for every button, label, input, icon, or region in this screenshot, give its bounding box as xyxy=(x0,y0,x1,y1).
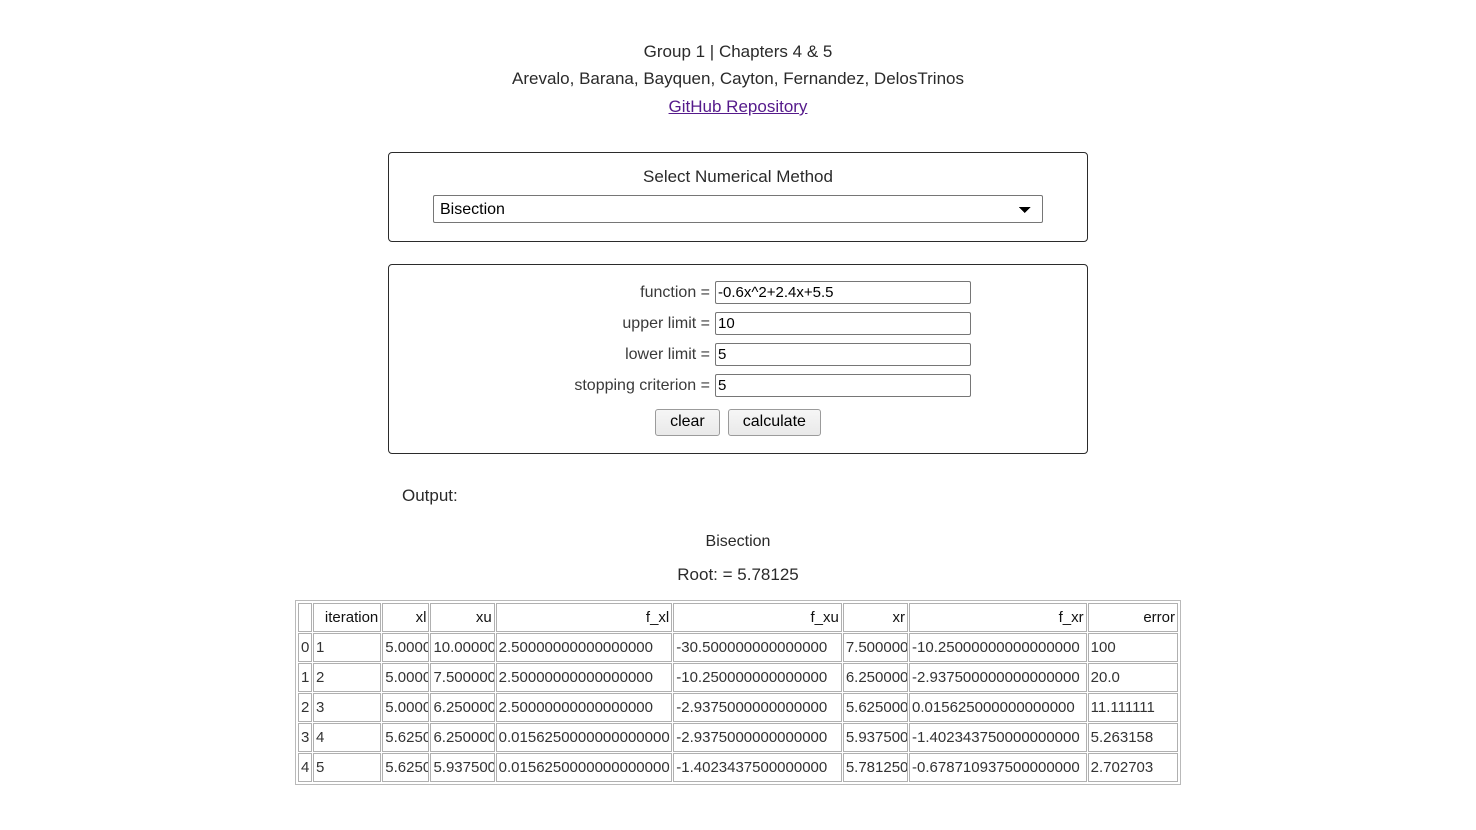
results-table: iteration xl xu f_xl f_xu xr f_xr error 0 1 5.000… xyxy=(297,602,1179,783)
table-row: 125.00000000000007.50000000000002.500000… xyxy=(298,663,1178,692)
output-label: Output: xyxy=(402,486,458,505)
table-cell-xl: 5.0000000000000 xyxy=(382,663,430,692)
result-method-name: Bisection xyxy=(705,533,771,550)
field-row-stopping-criterion: stopping criterion = xyxy=(389,374,1087,397)
table-col-header-index xyxy=(298,603,313,632)
table-cell-index: 1 xyxy=(298,663,313,692)
table-cell-iteration: 3 xyxy=(313,693,382,722)
table-cell-f_xu: -2.9375000000000000 xyxy=(673,723,842,752)
table-cell-xl: 5.0000000000000 xyxy=(382,693,430,722)
table-cell-error: 20.0 xyxy=(1087,663,1178,692)
inputs-panel: function = upper limit = lower limit = s… xyxy=(388,264,1088,454)
table-cell-iteration: 5 xyxy=(313,753,382,782)
result-root-value: Root: = 5.78125 xyxy=(677,565,799,584)
table-cell-f_xu: -30.500000000000000 xyxy=(673,633,842,662)
table-row: 015.000000000000010.0000000000002.500000… xyxy=(298,633,1178,662)
table-cell-f_xr: -10.25000000000000000 xyxy=(909,633,1087,662)
clear-button[interactable]: clear xyxy=(655,409,720,436)
table-cell-xu: 5.9375000000000 xyxy=(430,753,495,782)
table-cell-iteration: 1 xyxy=(313,633,382,662)
table-cell-xr: 7.500000000000 xyxy=(842,633,909,662)
table-cell-index: 3 xyxy=(298,723,313,752)
calculate-button[interactable]: calculate xyxy=(727,409,821,436)
table-cell-f_xl: 2.50000000000000000 xyxy=(495,633,673,662)
table-cell-xu: 6.2500000000000 xyxy=(430,723,495,752)
table-cell-xr: 5.937500000000 xyxy=(842,723,909,752)
table-cell-xl: 5.6250000000000 xyxy=(382,753,430,782)
github-repository-link[interactable]: GitHub Repository xyxy=(669,97,808,116)
page-header: Group 1 | Chapters 4 & 5 Arevalo, Barana… xyxy=(0,38,1476,121)
numerical-method-select[interactable]: Bisection xyxy=(433,195,1043,223)
table-cell-f_xr: 0.015625000000000000 xyxy=(909,693,1087,722)
table-col-header-iteration: iteration xyxy=(313,603,382,632)
table-cell-f_xu: -2.9375000000000000 xyxy=(673,693,842,722)
table-cell-index: 2 xyxy=(298,693,313,722)
table-cell-f_xl: 0.0156250000000000000 xyxy=(495,723,673,752)
table-row: 235.00000000000006.25000000000002.500000… xyxy=(298,693,1178,722)
page-root: Group 1 | Chapters 4 & 5 Arevalo, Barana… xyxy=(0,0,1476,785)
table-cell-iteration: 4 xyxy=(313,723,382,752)
results-table-body: 015.000000000000010.0000000000002.500000… xyxy=(298,633,1178,782)
table-col-header-f_xr: f_xr xyxy=(909,603,1087,632)
method-panel: Select Numerical Method Bisection xyxy=(388,152,1088,242)
table-cell-f_xr: -1.402343750000000000 xyxy=(909,723,1087,752)
upper-limit-input[interactable] xyxy=(715,312,971,335)
page-title: Group 1 | Chapters 4 & 5 xyxy=(643,42,833,61)
table-col-header-xu: xu xyxy=(430,603,495,632)
stopping-criterion-input[interactable] xyxy=(715,374,971,397)
table-cell-iteration: 2 xyxy=(313,663,382,692)
table-row: 455.62500000000005.93750000000000.015625… xyxy=(298,753,1178,782)
method-panel-legend: Select Numerical Method xyxy=(643,167,833,186)
table-header-row: iteration xl xu f_xl f_xu xr f_xr error xyxy=(298,603,1178,632)
table-col-header-f_xu: f_xu xyxy=(673,603,842,632)
table-cell-xr: 6.250000000000 xyxy=(842,663,909,692)
lower-limit-input[interactable] xyxy=(715,343,971,366)
table-cell-f_xr: -2.937500000000000000 xyxy=(909,663,1087,692)
table-col-header-f_xl: f_xl xyxy=(495,603,673,632)
table-cell-xr: 5.781250000000 xyxy=(842,753,909,782)
function-label: function = xyxy=(640,283,710,301)
upper-limit-label: upper limit = xyxy=(622,314,710,332)
table-cell-f_xu: -10.250000000000000 xyxy=(673,663,842,692)
stopping-criterion-label: stopping criterion = xyxy=(574,376,710,394)
results-table-wrap: iteration xl xu f_xl f_xu xr f_xr error 0 1 5.000… xyxy=(295,600,1181,785)
author-list: Arevalo, Barana, Bayquen, Cayton, Fernan… xyxy=(511,69,964,88)
table-cell-xu: 10.000000000000 xyxy=(430,633,495,662)
table-cell-f_xl: 0.0156250000000000000 xyxy=(495,753,673,782)
table-cell-index: 4 xyxy=(298,753,313,782)
table-cell-error: 5.263158 xyxy=(1087,723,1178,752)
table-cell-f_xl: 2.50000000000000000 xyxy=(495,693,673,722)
table-cell-f_xl: 2.50000000000000000 xyxy=(495,663,673,692)
table-cell-error: 11.111111 xyxy=(1087,693,1178,722)
table-col-header-xr: xr xyxy=(842,603,909,632)
field-row-function: function = xyxy=(389,281,1087,304)
table-cell-f_xr: -0.678710937500000000 xyxy=(909,753,1087,782)
table-cell-f_xu: -1.4023437500000000 xyxy=(673,753,842,782)
field-row-upper-limit: upper limit = xyxy=(389,312,1087,335)
field-row-lower-limit: lower limit = xyxy=(389,343,1087,366)
lower-limit-label: lower limit = xyxy=(625,345,710,363)
table-cell-xu: 7.5000000000000 xyxy=(430,663,495,692)
table-col-header-error: error xyxy=(1087,603,1178,632)
table-cell-xr: 5.625000000000 xyxy=(842,693,909,722)
table-cell-error: 100 xyxy=(1087,633,1178,662)
table-col-header-xl: xl xyxy=(382,603,430,632)
results-table-head: iteration xl xu f_xl f_xu xr f_xr error xyxy=(298,603,1178,632)
table-cell-xl: 5.6250000000000 xyxy=(382,723,430,752)
table-row: 345.62500000000006.25000000000000.015625… xyxy=(298,723,1178,752)
table-cell-xl: 5.0000000000000 xyxy=(382,633,430,662)
table-cell-error: 2.702703 xyxy=(1087,753,1178,782)
table-cell-index: 0 xyxy=(298,633,313,662)
function-input[interactable] xyxy=(715,281,971,304)
form-button-row: clear calculate xyxy=(389,409,1087,436)
table-cell-xu: 6.2500000000000 xyxy=(430,693,495,722)
repo-link-wrap: GitHub Repository xyxy=(0,93,1476,121)
